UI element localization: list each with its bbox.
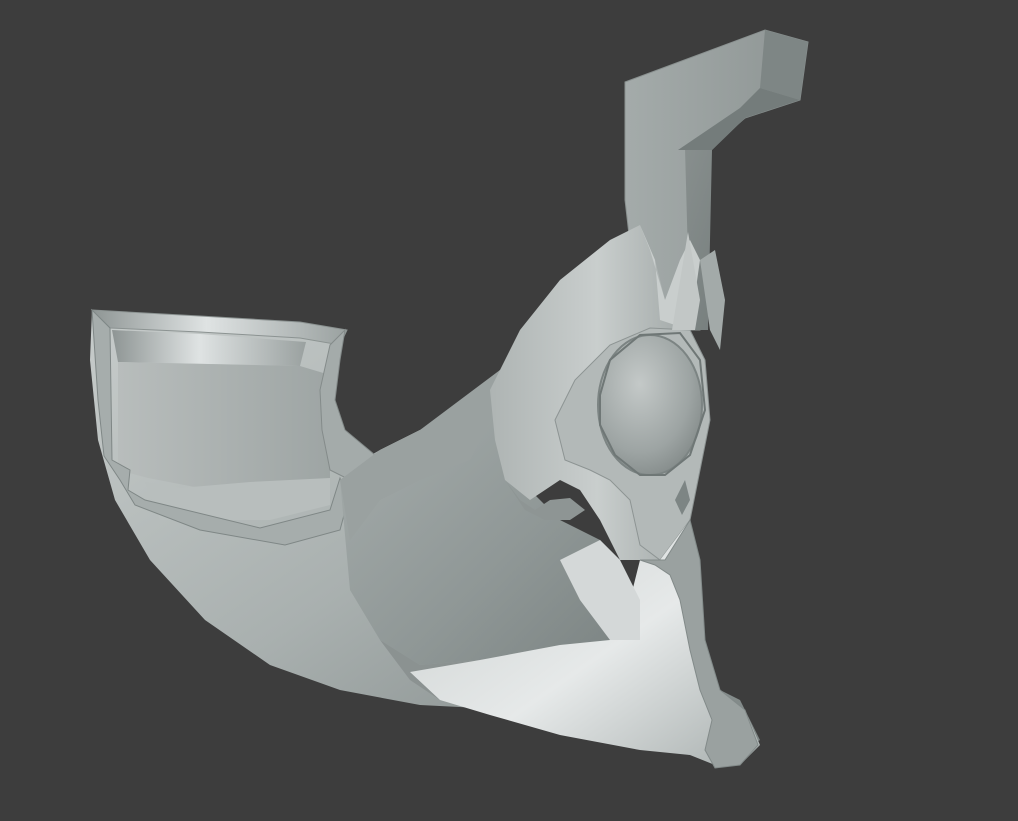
mesh-render[interactable] bbox=[0, 0, 1018, 821]
3d-viewport[interactable] bbox=[0, 0, 1018, 821]
head-part[interactable] bbox=[490, 225, 725, 561]
